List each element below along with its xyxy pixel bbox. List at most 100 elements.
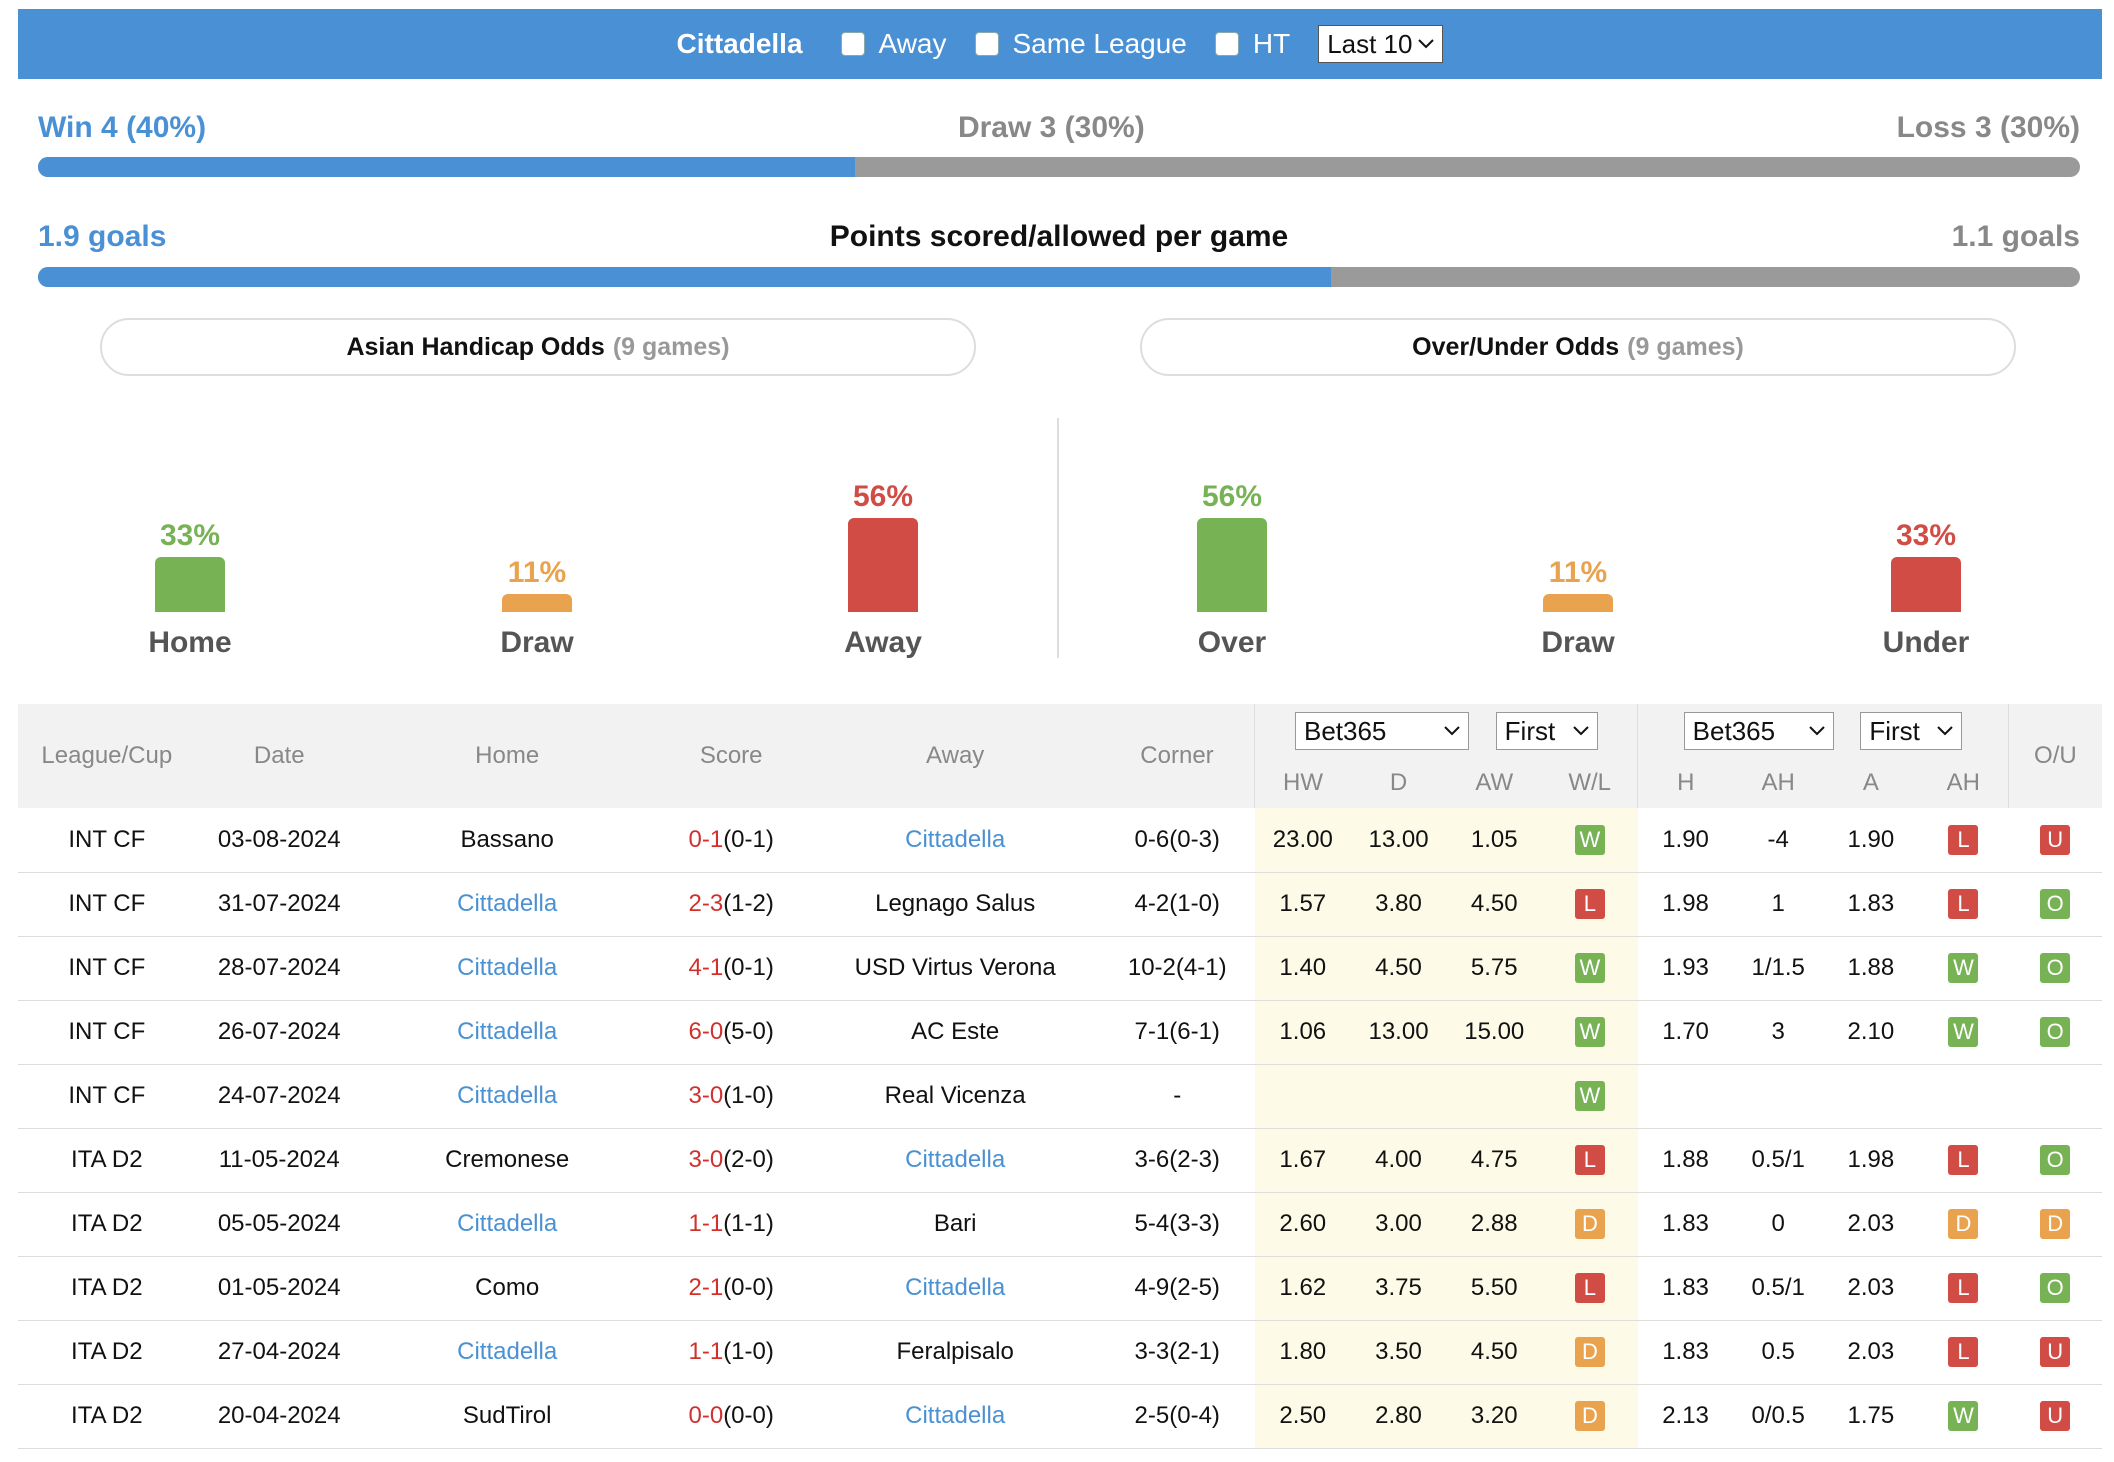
score-ht: (0-0) bbox=[723, 1274, 774, 1301]
cell-corner: 4-2(1-0) bbox=[1099, 872, 1255, 937]
cell-ou: O bbox=[2008, 936, 2102, 1001]
bookmaker-select-1[interactable]: Bet365 bbox=[1294, 712, 1469, 750]
first-select-1[interactable]: First bbox=[1495, 712, 1598, 750]
score-ht: (1-0) bbox=[723, 1338, 774, 1365]
cell-aw-text: 5.50 bbox=[1470, 1274, 1518, 1301]
cell-corner-text: - bbox=[1173, 1082, 1182, 1109]
cell-league: ITA D2 bbox=[18, 1128, 196, 1193]
cell-home[interactable]: Cittadella bbox=[362, 872, 652, 937]
cell-corner: 3-6(2-3) bbox=[1099, 1128, 1255, 1193]
matches-body: INT CF 03-08-2024 Bassano 0-1(0-1) Cittadell… bbox=[18, 808, 2102, 1449]
cell-home[interactable]: Cittadella bbox=[362, 1000, 652, 1065]
chevron-down-icon bbox=[1444, 726, 1460, 736]
ou-badge: U bbox=[2040, 824, 2071, 855]
cell-date-text: 01-05-2024 bbox=[217, 1274, 341, 1301]
cell-hw-text: 2.60 bbox=[1279, 1210, 1327, 1237]
cell-d-text: 3.80 bbox=[1375, 890, 1422, 917]
ou-badge: O bbox=[2040, 1017, 2071, 1047]
goals-row: 1.9 goals Points scored/allowed per game… bbox=[38, 220, 2080, 254]
cell-ou: U bbox=[2008, 1320, 2102, 1385]
cell-league: INT CF bbox=[18, 872, 196, 937]
bookmaker-select-2[interactable]: Bet365 bbox=[1683, 712, 1834, 750]
ou-chart-over: 56% Over bbox=[1152, 480, 1312, 660]
cell-home[interactable]: Cittadella bbox=[362, 936, 652, 1001]
cell-ah-result: W bbox=[1918, 1384, 2009, 1449]
ah-chart-pct: 56% bbox=[852, 480, 914, 513]
cell-league: INT CF bbox=[18, 936, 196, 1001]
last-games-select[interactable]: Last 10 bbox=[1318, 25, 1444, 63]
away-checkbox[interactable] bbox=[840, 32, 865, 56]
cell-home[interactable]: Cittadella bbox=[362, 1320, 652, 1385]
score-ht: (1-0) bbox=[723, 1082, 774, 1109]
cell-home-text: Cittadella bbox=[457, 1082, 558, 1109]
cell-corner-text: 3-3(2-1) bbox=[1134, 1338, 1220, 1365]
cell-corner-text: 3-6(2-3) bbox=[1134, 1146, 1220, 1173]
cell-home-text: SudTirol bbox=[462, 1402, 552, 1429]
table-row: INT CF 31-07-2024 Cittadella 2-3(1-2) Legnag… bbox=[18, 872, 2102, 937]
score-ft: 6-0 bbox=[688, 1018, 724, 1045]
cell-date: 28-07-2024 bbox=[195, 936, 363, 1001]
cell-date-text: 03-08-2024 bbox=[217, 825, 341, 853]
goals-bar-fill bbox=[38, 267, 1331, 287]
ht-checkbox[interactable] bbox=[1214, 32, 1239, 56]
col-ah: AH bbox=[1733, 758, 1824, 808]
asian-handicap-tab[interactable]: Asian Handicap Odds (9 games) bbox=[100, 318, 976, 376]
cell-away[interactable]: Cittadella bbox=[810, 1384, 1100, 1449]
draw-stat: Draw 3 (30%) bbox=[957, 111, 1145, 144]
ou-chart-pct: 56% bbox=[1201, 480, 1263, 513]
result-badge: L bbox=[1574, 1273, 1605, 1303]
cell-away[interactable]: Cittadella bbox=[810, 808, 1100, 873]
cell-ah-result: W bbox=[1918, 1000, 2009, 1065]
record-bar bbox=[38, 157, 2080, 177]
cell-away-text: Cittadella bbox=[905, 1146, 1006, 1173]
cell-ah-text: 1 bbox=[1771, 890, 1785, 917]
ah-badge: L bbox=[1948, 889, 1979, 919]
cell-aw: 5.50 bbox=[1446, 1256, 1543, 1321]
col-aw: AW bbox=[1446, 758, 1543, 808]
ah-chart-home: 33% Home bbox=[110, 519, 270, 660]
cell-away[interactable]: Cittadella bbox=[810, 1128, 1100, 1193]
score-ft: 1-1 bbox=[688, 1210, 724, 1237]
cell-away-text: Real Vicenza bbox=[884, 1082, 1026, 1109]
table-row: ITA D2 20-04-2024 SudTirol 0-0(0-0) Cittadel… bbox=[18, 1384, 2102, 1449]
cell-ah-result: D bbox=[1918, 1192, 2009, 1257]
cell-ah-result: L bbox=[1918, 1256, 2009, 1321]
cell-score: 0-1(0-1) bbox=[651, 808, 811, 873]
cell-corner-text: 5-4(3-3) bbox=[1134, 1210, 1220, 1237]
cell-a-text: 2.03 bbox=[1847, 1338, 1895, 1365]
cell-home[interactable]: Cittadella bbox=[362, 1192, 652, 1257]
cell-ah-text: -4 bbox=[1767, 825, 1789, 853]
first-value-1: First bbox=[1504, 715, 1556, 746]
result-badge: L bbox=[1574, 1145, 1605, 1175]
cell-away-text: Feralpisalo bbox=[896, 1338, 1014, 1365]
cell-a bbox=[1823, 1064, 1919, 1129]
cell-league-text: INT CF bbox=[68, 1082, 146, 1109]
score-ft: 2-3 bbox=[688, 890, 724, 917]
col-date: Date bbox=[195, 704, 363, 808]
cell-a-text: 1.98 bbox=[1847, 1146, 1895, 1173]
cell-corner: - bbox=[1099, 1064, 1255, 1129]
ou-badge: O bbox=[2040, 889, 2071, 919]
cell-ou: D bbox=[2008, 1192, 2102, 1257]
cell-home[interactable]: Cittadella bbox=[362, 1064, 652, 1129]
table-row: ITA D2 27-04-2024 Cittadella 1-1(1-0) Feralp… bbox=[18, 1320, 2102, 1385]
cell-h: 2.13 bbox=[1637, 1384, 1734, 1449]
cell-hw: 1.40 bbox=[1254, 936, 1351, 1001]
cell-h: 1.98 bbox=[1637, 872, 1734, 937]
col-wl: W/L bbox=[1542, 758, 1638, 808]
cell-away[interactable]: Cittadella bbox=[810, 1256, 1100, 1321]
cell-ah: 0.5 bbox=[1733, 1320, 1824, 1385]
cell-a-text: 1.88 bbox=[1847, 954, 1895, 981]
cell-ah-text: 3 bbox=[1771, 1018, 1785, 1045]
table-row: INT CF 03-08-2024 Bassano 0-1(0-1) Cittadell… bbox=[18, 808, 2102, 873]
first-select-2[interactable]: First bbox=[1860, 712, 1963, 750]
cell-hw-text: 23.00 bbox=[1272, 825, 1333, 853]
cell-date-text: 24-07-2024 bbox=[217, 1082, 341, 1109]
over-under-tab[interactable]: Over/Under Odds (9 games) bbox=[1140, 318, 2016, 376]
filter-bar: Cittadella Away Same League HT Last 10 bbox=[18, 9, 2102, 79]
bookmaker-value-1: Bet365 bbox=[1303, 715, 1387, 746]
cell-wl: L bbox=[1542, 1256, 1638, 1321]
cell-score: 4-1(0-1) bbox=[651, 936, 811, 1001]
cell-date: 03-08-2024 bbox=[195, 808, 363, 873]
same-league-checkbox[interactable] bbox=[974, 32, 999, 56]
